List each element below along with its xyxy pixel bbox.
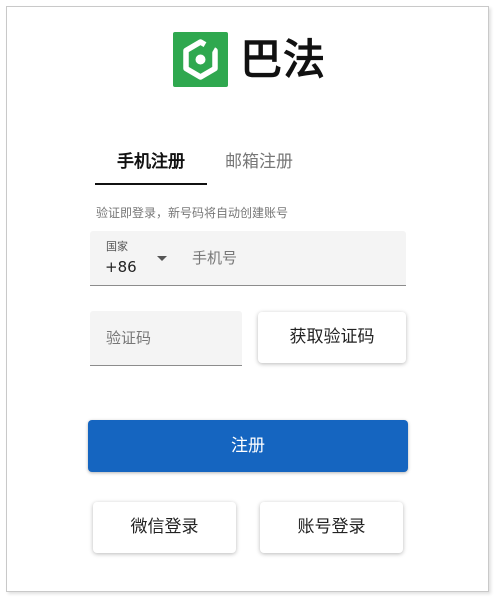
brand-name: 巴法	[240, 35, 327, 84]
country-select[interactable]: 国家 +86	[90, 231, 174, 285]
phone-field: 国家 +86	[90, 231, 406, 286]
register-card: 巴法 手机注册 邮箱注册	[6, 6, 489, 592]
brand-logo: 巴法	[173, 32, 326, 87]
country-label: 国家	[106, 240, 128, 253]
country-code-value: +86	[105, 258, 137, 276]
tab-phone-register[interactable]: 手机注册	[95, 145, 207, 185]
wechat-login-button[interactable]: 微信登录	[93, 502, 236, 553]
tab-email-register[interactable]: 邮箱注册	[225, 145, 293, 183]
register-tabs: 手机注册 邮箱注册	[95, 145, 325, 185]
get-code-button[interactable]: 获取验证码	[258, 312, 406, 363]
login-hint-text: 验证即登录，新号码将自动创建账号	[96, 206, 289, 220]
verification-code-input[interactable]	[106, 311, 236, 365]
verification-code-field	[90, 311, 242, 366]
caret-down-icon	[157, 256, 167, 261]
bafa-logo-icon	[173, 32, 228, 87]
account-login-button[interactable]: 账号登录	[260, 502, 403, 553]
phone-number-input[interactable]	[192, 231, 392, 285]
register-button[interactable]: 注册	[88, 420, 408, 472]
